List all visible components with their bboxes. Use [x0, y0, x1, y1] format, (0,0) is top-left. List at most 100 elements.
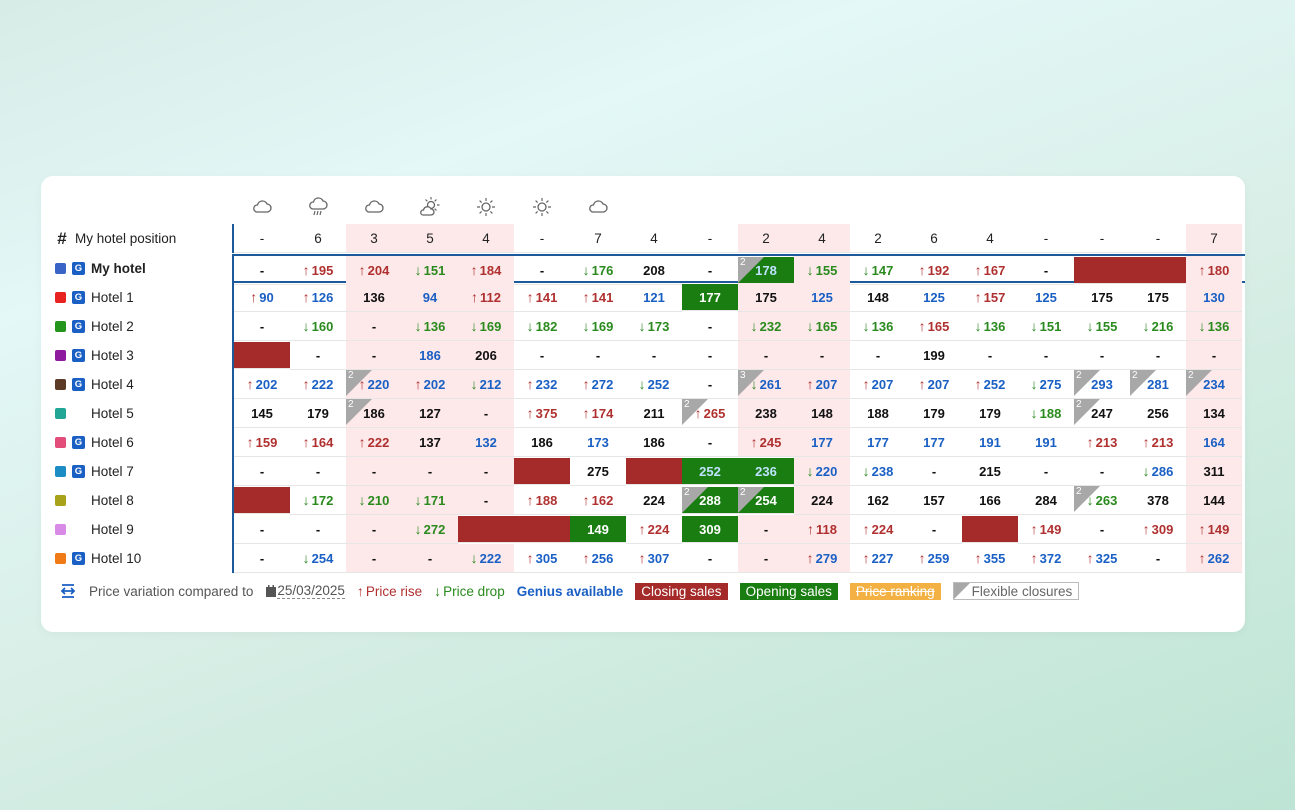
rate-cell[interactable]: 179 — [290, 399, 346, 428]
rate-cell[interactable]: 275 — [570, 457, 626, 486]
rate-cell[interactable]: ↑ 213 — [1074, 428, 1130, 457]
rate-cell[interactable]: - — [794, 341, 850, 370]
rate-cell[interactable]: 121 — [626, 283, 682, 312]
rate-cell[interactable]: 186 — [402, 341, 458, 370]
hotel-label[interactable]: G Hotel 10 — [55, 544, 231, 573]
hotel-label[interactable]: G Hotel 6 — [55, 428, 231, 457]
rate-cell[interactable]: - — [402, 457, 458, 486]
rate-cell[interactable]: ↑ 174 — [570, 399, 626, 428]
rate-cell[interactable]: - — [346, 515, 402, 544]
rate-cell[interactable]: ↓ 252 — [626, 370, 682, 399]
rate-cell[interactable]: ↓ 182 — [514, 312, 570, 341]
rate-cell[interactable]: 130 — [1186, 283, 1242, 312]
rate-cell[interactable]: ↑ 118 — [794, 515, 850, 544]
rate-cell[interactable]: 125 — [906, 283, 962, 312]
rate-cell[interactable]: 2 288 — [682, 487, 738, 514]
rate-cell[interactable]: 208 — [626, 256, 682, 285]
rate-cell[interactable]: ↓ 176 — [570, 256, 626, 285]
rate-cell[interactable]: 2 254 — [738, 487, 794, 514]
rate-cell[interactable]: - — [906, 515, 962, 544]
rate-cell[interactable]: - — [514, 341, 570, 370]
rate-cell[interactable]: - — [682, 370, 738, 399]
closed-rate-cell[interactable]: - — [1074, 257, 1130, 284]
rate-cell[interactable]: ↑ 305 — [514, 544, 570, 573]
rate-cell[interactable]: ↓ 220 — [794, 457, 850, 486]
rate-cell[interactable]: ↑ 272 — [570, 370, 626, 399]
rate-cell[interactable]: ↑ 259 — [906, 544, 962, 573]
rate-cell[interactable]: ↑ 207 — [794, 370, 850, 399]
closed-rate-cell[interactable]: - — [458, 516, 514, 543]
rate-cell[interactable]: ↓ 155 — [1074, 312, 1130, 341]
rate-cell[interactable]: ↓ 136 — [402, 312, 458, 341]
rate-cell[interactable]: - — [906, 457, 962, 486]
rate-cell[interactable]: - — [682, 312, 738, 341]
rate-cell[interactable]: ↑ 204 — [346, 256, 402, 285]
rate-cell[interactable]: ↓ 173 — [626, 312, 682, 341]
rate-cell[interactable]: - — [738, 544, 794, 573]
rate-cell[interactable]: 177 — [906, 428, 962, 457]
rate-cell[interactable]: ↓ 238 — [850, 457, 906, 486]
compare-date[interactable]: 25/03/2025 — [265, 583, 345, 599]
rate-cell[interactable]: 206 — [458, 341, 514, 370]
rate-cell[interactable]: ↑ 222 — [346, 428, 402, 457]
rate-cell[interactable]: 378 — [1130, 486, 1186, 515]
rate-cell[interactable]: 164 — [1186, 428, 1242, 457]
rate-cell[interactable]: - — [1018, 341, 1074, 370]
rate-cell[interactable]: ↑ 207 — [850, 370, 906, 399]
rate-cell[interactable]: ↓ 136 — [962, 312, 1018, 341]
rate-cell[interactable]: ↓ 136 — [850, 312, 906, 341]
rate-cell[interactable]: ↑ 224 — [850, 515, 906, 544]
rate-cell[interactable]: ↓ 222 — [458, 544, 514, 573]
rate-cell[interactable]: - — [1018, 256, 1074, 285]
rate-cell[interactable]: - — [346, 341, 402, 370]
rate-cell[interactable]: 166 — [962, 486, 1018, 515]
rate-cell[interactable]: 175 — [1074, 283, 1130, 312]
rate-cell[interactable]: ↑ 222 — [290, 370, 346, 399]
rate-cell[interactable]: ↑ 207 — [906, 370, 962, 399]
rate-cell[interactable]: - — [682, 341, 738, 370]
rate-cell[interactable]: - — [234, 515, 290, 544]
closed-rate-cell[interactable]: - — [234, 487, 290, 514]
rate-cell[interactable]: 175 — [738, 283, 794, 312]
rate-cell[interactable]: - — [290, 515, 346, 544]
rate-cell[interactable]: ↓ 155 — [794, 256, 850, 285]
rate-cell[interactable]: ↓ 216 — [1130, 312, 1186, 341]
rate-cell[interactable]: ↑ 309 — [1130, 515, 1186, 544]
rate-cell[interactable]: ↑ 165 — [906, 312, 962, 341]
rate-cell[interactable]: ↓ 136 — [1186, 312, 1242, 341]
rate-cell[interactable]: ↑ 195 — [290, 256, 346, 285]
rate-cell[interactable]: - — [514, 256, 570, 285]
rate-cell[interactable]: ↓ 147 — [850, 256, 906, 285]
rate-cell[interactable]: - — [234, 544, 290, 573]
rate-cell[interactable]: ↓ 151 — [402, 256, 458, 285]
rate-cell[interactable]: 157 — [906, 486, 962, 515]
legend-price-ranking[interactable]: Price ranking — [849, 582, 941, 600]
rate-cell[interactable]: - — [682, 256, 738, 285]
rate-cell[interactable]: - — [234, 312, 290, 341]
rate-cell[interactable]: 238 — [738, 399, 794, 428]
rate-cell[interactable]: 224 — [626, 486, 682, 515]
rate-cell[interactable]: ↓ 286 — [1130, 457, 1186, 486]
closed-rate-cell[interactable]: - — [626, 458, 682, 485]
rate-cell[interactable]: 132 — [458, 428, 514, 457]
rate-cell[interactable]: 2 178 — [738, 257, 794, 284]
rate-cell[interactable]: ↓ 165 — [794, 312, 850, 341]
rate-cell[interactable]: ↓ 172 — [290, 486, 346, 515]
rate-cell[interactable]: ↑ 262 — [1186, 544, 1242, 573]
rate-cell[interactable]: ↑ 372 — [1018, 544, 1074, 573]
rate-cell[interactable]: 284 — [1018, 486, 1074, 515]
rate-cell[interactable]: 211 — [626, 399, 682, 428]
rate-cell[interactable]: 179 — [962, 399, 1018, 428]
rate-cell[interactable]: ↑ 188 — [514, 486, 570, 515]
rate-cell[interactable]: 309 — [682, 516, 738, 543]
rate-cell[interactable]: ↓ 169 — [458, 312, 514, 341]
rate-cell[interactable]: ↑ 213 — [1130, 428, 1186, 457]
rate-cell[interactable]: ↑ 325 — [1074, 544, 1130, 573]
rate-cell[interactable]: 311 — [1186, 457, 1242, 486]
rate-cell[interactable]: ↑ 224 — [626, 515, 682, 544]
rate-cell[interactable]: 148 — [794, 399, 850, 428]
rate-cell[interactable]: ↑ 256 — [570, 544, 626, 573]
hotel-label[interactable]: G Hotel 2 — [55, 312, 231, 341]
rate-cell[interactable]: 177 — [794, 428, 850, 457]
rate-cell[interactable]: 134 — [1186, 399, 1242, 428]
